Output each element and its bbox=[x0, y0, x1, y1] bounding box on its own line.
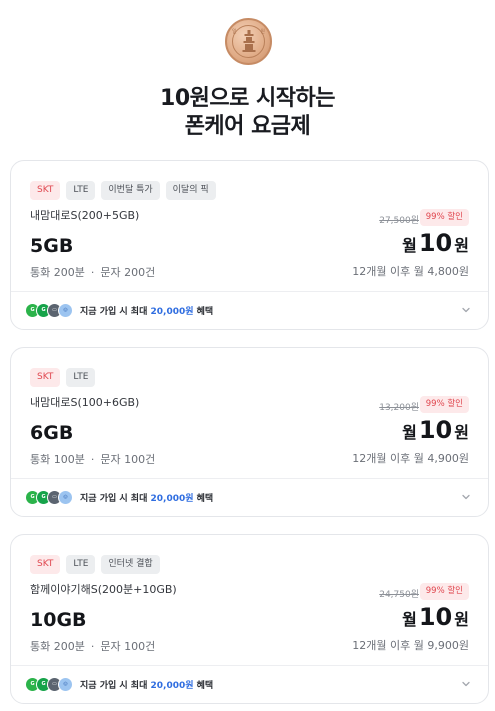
discount-badge: 99% 할인 bbox=[419, 209, 469, 226]
data-amount: 5GB bbox=[30, 235, 74, 257]
tag-promo: 이번달 특가 bbox=[101, 181, 160, 200]
coin-text-left: 일 bbox=[232, 29, 237, 35]
monthly-price: 월 10 원 bbox=[402, 603, 469, 631]
price-suffix: 원 bbox=[454, 236, 469, 255]
tag-network: LTE bbox=[66, 368, 96, 387]
usage-info: 통화 100분 · 문자 100건 bbox=[30, 453, 156, 466]
coin-text-right: 원 bbox=[260, 29, 265, 35]
benefit-text: 지금 가입 시 최대 20,000원 혜택 bbox=[80, 307, 214, 317]
tag-list: SKT LTE 인터넷 결합 bbox=[30, 555, 160, 574]
chevron-down-icon[interactable] bbox=[460, 678, 472, 690]
price-prefix: 월 bbox=[402, 423, 417, 442]
price-after-12-months: 12개월 이후 월 4,800원 bbox=[352, 265, 469, 278]
call-minutes: 통화 100분 bbox=[30, 453, 85, 466]
price-prefix: 월 bbox=[402, 236, 417, 255]
benefit-text: 지금 가입 시 최대 20,000원 혜택 bbox=[80, 681, 214, 691]
original-price: 13,200원 bbox=[379, 403, 419, 413]
price-suffix: 원 bbox=[454, 423, 469, 442]
usage-info: 통화 200분 · 문자 200건 bbox=[30, 266, 156, 279]
partner-logos: G G ▭ ◎ bbox=[25, 490, 75, 506]
price-value: 10 bbox=[418, 416, 453, 444]
ten-won-coin-icon: 일 원 bbox=[225, 18, 272, 65]
benefit-toggle[interactable]: G G ▭ ◎ 지금 가입 시 최대 20,000원 혜택 bbox=[11, 292, 488, 330]
original-price: 24,750원 bbox=[379, 590, 419, 600]
plan-card[interactable]: SKT LTE 내맘대로S(100+6GB) 6GB 통화 100분 · 문자 10… bbox=[10, 347, 489, 517]
tag-telco: SKT bbox=[30, 368, 61, 387]
sms-count: 문자 100건 bbox=[100, 453, 156, 466]
call-minutes: 통화 200분 bbox=[30, 266, 85, 279]
benefit-toggle[interactable]: G G ▭ ◎ 지금 가입 시 최대 20,000원 혜택 bbox=[11, 666, 488, 704]
plan-name: 내맘대로S(200+5GB) bbox=[30, 209, 140, 222]
benefit-toggle[interactable]: G G ▭ ◎ 지금 가입 시 최대 20,000원 혜택 bbox=[11, 479, 488, 517]
discount-badge: 99% 할인 bbox=[419, 396, 469, 413]
pagoda-icon bbox=[242, 30, 255, 53]
sms-count: 문자 100건 bbox=[100, 640, 156, 653]
chevron-down-icon[interactable] bbox=[460, 304, 472, 316]
call-minutes: 통화 200분 bbox=[30, 640, 85, 653]
tag-list: SKT LTE bbox=[30, 368, 96, 387]
price-after-12-months: 12개월 이후 월 9,900원 bbox=[352, 639, 469, 652]
partner-logos: G G ▭ ◎ bbox=[25, 303, 75, 319]
sms-count: 문자 200건 bbox=[100, 266, 156, 279]
tag-bundle: 인터넷 결합 bbox=[101, 555, 160, 574]
data-amount: 6GB bbox=[30, 422, 74, 444]
tag-network: LTE bbox=[66, 555, 96, 574]
partner-logo-icon: ◎ bbox=[58, 490, 73, 505]
partner-logo-icon: ◎ bbox=[58, 677, 73, 692]
usage-info: 통화 200분 · 문자 100건 bbox=[30, 640, 156, 653]
tag-list: SKT LTE 이번달 특가 이달의 픽 bbox=[30, 181, 216, 200]
tag-pick: 이달의 픽 bbox=[165, 181, 216, 200]
plan-card[interactable]: SKT LTE 이번달 특가 이달의 픽 내맘대로S(200+5GB) 5GB … bbox=[10, 160, 489, 330]
monthly-price: 월 10 원 bbox=[402, 229, 469, 257]
price-after-12-months: 12개월 이후 월 4,900원 bbox=[352, 452, 469, 465]
partner-logo-icon: ◎ bbox=[58, 303, 73, 318]
price-prefix: 월 bbox=[402, 610, 417, 629]
benefit-text: 지금 가입 시 최대 20,000원 혜택 bbox=[80, 494, 214, 504]
data-amount: 10GB bbox=[30, 609, 87, 631]
page-title-line2: 폰케어 요금제 bbox=[184, 114, 311, 139]
original-price: 27,500원 bbox=[379, 216, 419, 226]
partner-logos: G G ▭ ◎ bbox=[25, 677, 75, 693]
chevron-down-icon[interactable] bbox=[460, 491, 472, 503]
plan-card[interactable]: SKT LTE 인터넷 결합 함께이야기해S(200분+10GB) 10GB 통… bbox=[10, 534, 489, 704]
tag-telco: SKT bbox=[30, 181, 61, 200]
monthly-price: 월 10 원 bbox=[402, 416, 469, 444]
hero-section: 일 원 10원으로 시작하는 폰케어 요금제 bbox=[0, 0, 495, 160]
tag-telco: SKT bbox=[30, 555, 61, 574]
plan-name: 함께이야기해S(200분+10GB) bbox=[30, 583, 177, 596]
price-suffix: 원 bbox=[454, 610, 469, 629]
price-value: 10 bbox=[418, 229, 453, 257]
plan-name: 내맘대로S(100+6GB) bbox=[30, 396, 140, 409]
discount-badge: 99% 할인 bbox=[419, 583, 469, 600]
price-value: 10 bbox=[418, 603, 453, 631]
tag-network: LTE bbox=[66, 181, 96, 200]
